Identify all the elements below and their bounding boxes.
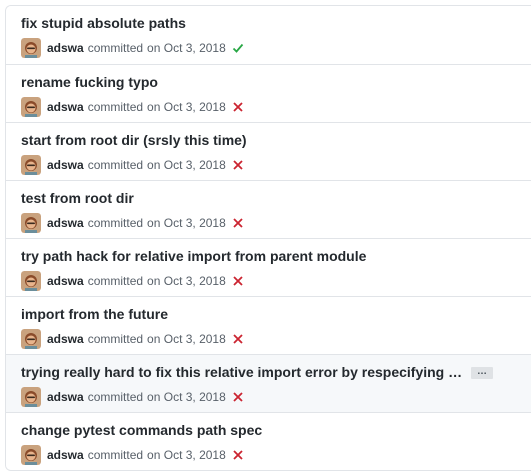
commit-date: on Oct 3, 2018 <box>147 216 226 230</box>
commit-verb: committed <box>87 274 144 288</box>
commit-meta: adswa committed on Oct 3, 2018 <box>21 387 244 407</box>
x-icon[interactable] <box>232 217 244 229</box>
commit-title[interactable]: fix stupid absolute paths <box>21 14 186 32</box>
commit-row: change pytest commands path spec adswa c… <box>6 412 531 470</box>
avatar[interactable] <box>21 329 41 349</box>
author-link[interactable]: adswa <box>47 448 84 462</box>
commit-meta: adswa committed on Oct 3, 2018 <box>21 38 244 58</box>
commit-verb: committed <box>87 100 144 114</box>
commit-date: on Oct 3, 2018 <box>147 332 226 346</box>
author-link[interactable]: adswa <box>47 274 84 288</box>
commit-meta: adswa committed on Oct 3, 2018 <box>21 97 244 117</box>
commit-row: start from root dir (srsly this time) ad… <box>6 122 531 180</box>
commit-meta: adswa committed on Oct 3, 2018 <box>21 155 244 175</box>
commit-verb: committed <box>87 448 144 462</box>
x-icon[interactable] <box>232 101 244 113</box>
commit-title[interactable]: change pytest commands path spec <box>21 421 262 439</box>
commit-date: on Oct 3, 2018 <box>147 100 226 114</box>
commit-title[interactable]: trying really hard to fix this relative … <box>21 363 462 381</box>
x-icon[interactable] <box>232 333 244 345</box>
author-link[interactable]: adswa <box>47 158 84 172</box>
commit-list: fix stupid absolute paths adswa committe… <box>5 5 531 471</box>
check-icon[interactable] <box>232 42 244 54</box>
avatar[interactable] <box>21 155 41 175</box>
author-link[interactable]: adswa <box>47 100 84 114</box>
x-icon[interactable] <box>232 275 244 287</box>
avatar[interactable] <box>21 38 41 58</box>
commit-date: on Oct 3, 2018 <box>147 41 226 55</box>
commit-row: import from the future adswa committed o… <box>6 296 531 354</box>
commit-meta: adswa committed on Oct 3, 2018 <box>21 271 244 291</box>
commit-row: fix stupid absolute paths adswa committe… <box>6 6 531 64</box>
avatar[interactable] <box>21 271 41 291</box>
commit-title[interactable]: try path hack for relative import from p… <box>21 247 366 265</box>
commit-verb: committed <box>87 41 144 55</box>
commit-row: rename fucking typo adswa committed on O… <box>6 64 531 122</box>
commit-row: test from root dir adswa committed on Oc… <box>6 180 531 238</box>
expand-message-button[interactable]: … <box>471 367 493 379</box>
commit-title[interactable]: import from the future <box>21 305 168 323</box>
author-link[interactable]: adswa <box>47 390 84 404</box>
commit-title[interactable]: start from root dir (srsly this time) <box>21 131 247 149</box>
commit-date: on Oct 3, 2018 <box>147 158 226 172</box>
commit-row: trying really hard to fix this relative … <box>6 354 531 412</box>
commit-title[interactable]: rename fucking typo <box>21 73 158 91</box>
avatar[interactable] <box>21 97 41 117</box>
commit-meta: adswa committed on Oct 3, 2018 <box>21 445 244 465</box>
commit-verb: committed <box>87 158 144 172</box>
x-icon[interactable] <box>232 449 244 461</box>
commit-row: try path hack for relative import from p… <box>6 238 531 296</box>
commit-date: on Oct 3, 2018 <box>147 390 226 404</box>
author-link[interactable]: adswa <box>47 332 84 346</box>
commit-meta: adswa committed on Oct 3, 2018 <box>21 213 244 233</box>
commit-date: on Oct 3, 2018 <box>147 274 226 288</box>
x-icon[interactable] <box>232 391 244 403</box>
avatar[interactable] <box>21 445 41 465</box>
commit-verb: committed <box>87 390 144 404</box>
commit-verb: committed <box>87 332 144 346</box>
avatar[interactable] <box>21 387 41 407</box>
author-link[interactable]: adswa <box>47 41 84 55</box>
avatar[interactable] <box>21 213 41 233</box>
author-link[interactable]: adswa <box>47 216 84 230</box>
commit-meta: adswa committed on Oct 3, 2018 <box>21 329 244 349</box>
commit-verb: committed <box>87 216 144 230</box>
commit-title[interactable]: test from root dir <box>21 189 134 207</box>
x-icon[interactable] <box>232 159 244 171</box>
commit-date: on Oct 3, 2018 <box>147 448 226 462</box>
